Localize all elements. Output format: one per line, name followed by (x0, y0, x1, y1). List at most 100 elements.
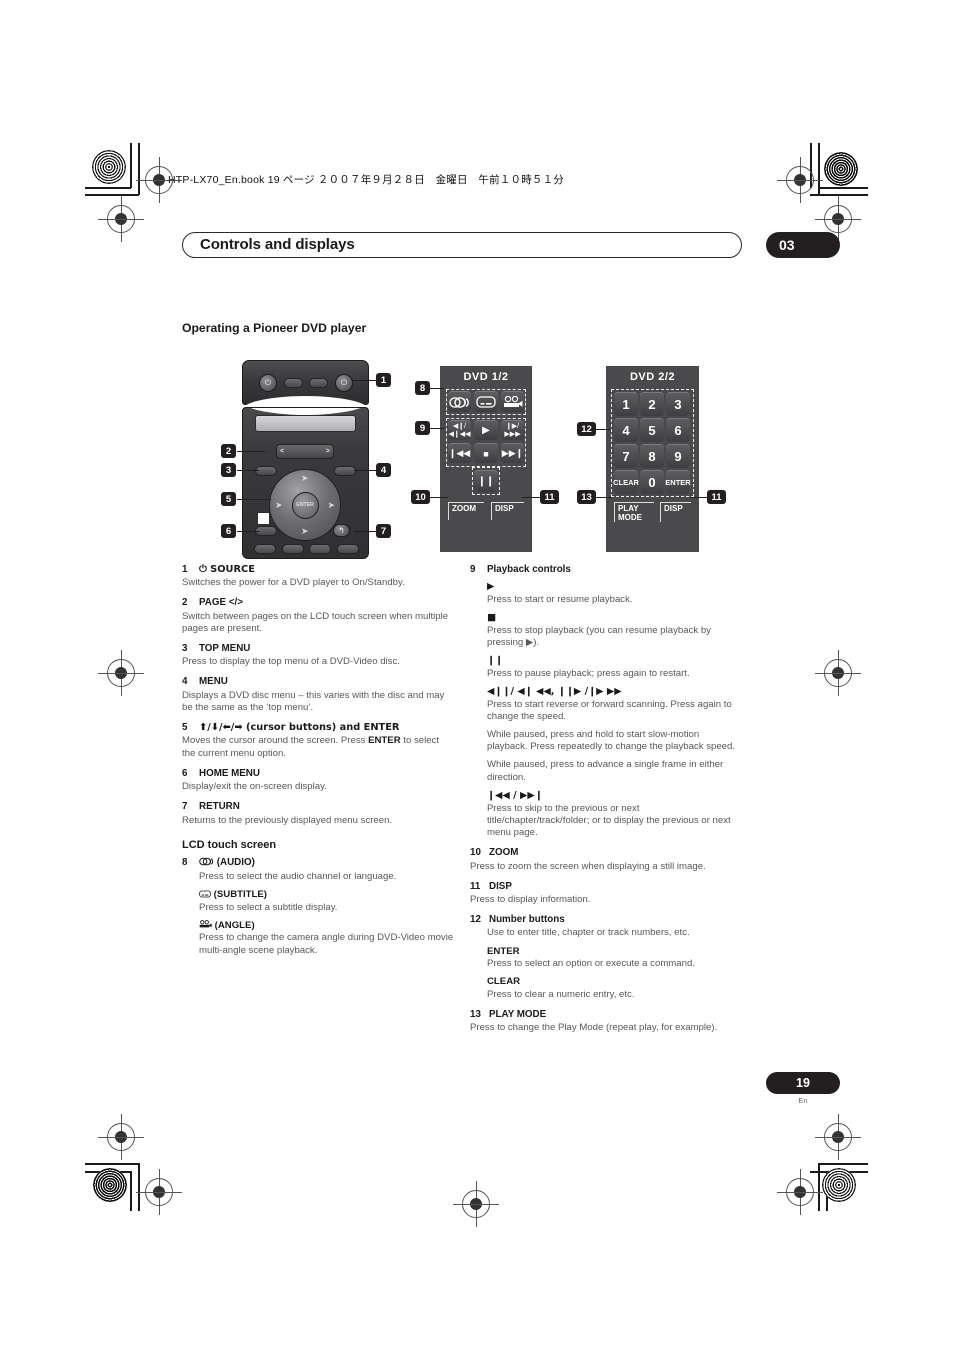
item-2-number: 2 (182, 597, 188, 609)
remote-bottom-button-3[interactable] (309, 544, 332, 554)
item-8-subtitle-head: (SUBTITLE) (199, 889, 454, 901)
number-key-0[interactable]: 0 (640, 470, 664, 494)
number-key-3[interactable]: 3 (666, 392, 690, 416)
play-key[interactable]: ▶ (474, 420, 498, 440)
item-6-label: HOME MENU (199, 767, 260, 779)
item-5-body-p1: Moves the cursor around the screen. Pres… (182, 735, 440, 759)
list-item-1: 1 ⏻ SOURCE Switches the power for a DVD … (182, 564, 454, 590)
item-9-play-symbol: ▶ (487, 581, 495, 593)
item-12-label: Number buttons (489, 913, 565, 925)
remote-bottom-button-1[interactable] (254, 544, 276, 554)
remote-control-figure: ⏻ ⏻ < > ➤ ➤ ➤ ➤ ENTER ↰ 1 2 3 4 5 6 7 DV… (182, 352, 742, 562)
number-key-4[interactable]: 4 (614, 418, 638, 442)
number-key-2[interactable]: 2 (640, 392, 664, 416)
return-button[interactable]: ↰ (333, 524, 350, 537)
number-key-8[interactable]: 8 (640, 444, 664, 468)
next-key[interactable]: ▶▶❙ (501, 443, 524, 463)
cursor-dpad[interactable]: ➤ ➤ ➤ ➤ ENTER (269, 469, 341, 541)
item-12-body: Use to enter title, chapter or track num… (487, 927, 742, 939)
callout-3: 3 (221, 463, 236, 477)
moire-target-top-right (824, 152, 858, 186)
clear-key[interactable]: CLEAR (613, 470, 639, 494)
enter-key[interactable]: ENTER (665, 470, 691, 494)
leader-2 (237, 451, 265, 453)
item-5-body: Moves the cursor around the screen. Pres… (182, 735, 454, 760)
item-6-body: Display/exit the on-screen display. (182, 781, 454, 793)
item-4-number: 4 (182, 676, 188, 688)
remote-upper-body: ⏻ ⏻ (242, 360, 369, 410)
crop-rule-bl-v2 (130, 1171, 132, 1211)
item-2-body-p1: Switch between pages on the LCD touch sc… (182, 610, 449, 635)
enter-button[interactable]: ENTER (291, 491, 319, 519)
crop-rule-tr-v2 (810, 143, 812, 188)
item-12-clear-body: Press to clear a numeric entry, etc. (487, 989, 742, 1001)
leader-13 (596, 497, 612, 499)
number-key-9[interactable]: 9 (666, 444, 690, 468)
item-1-head: 1 ⏻ SOURCE (182, 564, 454, 576)
forward-scan-key[interactable]: ❙▶/ ▶▶▶ (501, 420, 524, 440)
leader-10 (430, 497, 448, 499)
remote-small-button-b (309, 378, 328, 388)
item-9-stop-body: Press to stop playback (you can resume p… (487, 625, 742, 650)
item-2-label: PAGE </> (199, 597, 243, 609)
item-8-angle-body-p: Press to change the camera angle during … (199, 932, 454, 956)
leader-7 (354, 531, 376, 533)
angle-icon (503, 395, 522, 407)
callout-6: 6 (221, 524, 236, 538)
remote-lcd-touch-screen[interactable] (255, 415, 356, 432)
item-5-head: 5 ⬆/⬇/⬅/➡ (cursor buttons) and ENTER (182, 722, 454, 734)
item-7-label: RETURN (199, 801, 240, 813)
number-key-5[interactable]: 5 (640, 418, 664, 442)
item-13-head: 13 PLAY MODE (470, 1009, 742, 1021)
menu-button[interactable] (334, 466, 356, 476)
item-11-body: Press to display information. (470, 894, 742, 906)
number-key-8-label: 8 (648, 449, 656, 464)
lcd-panel-2-title: DVD 2/2 (629, 371, 676, 383)
leader-6 (237, 531, 259, 533)
leader-4 (354, 470, 376, 472)
page-number-badge: 19 (766, 1072, 840, 1094)
crop-rule-br-v2 (826, 1171, 828, 1211)
cursor-right-icon: ➤ (327, 500, 335, 510)
item-10-head: 10 ZOOM (470, 847, 742, 859)
registration-mark-right-mid (815, 650, 861, 696)
page-title: Controls and displays (200, 236, 355, 253)
zoom-key[interactable]: ZOOM (448, 502, 484, 520)
item-8-subtitle-body: Press to select a subtitle display. (199, 902, 454, 914)
item-3-head: 3 TOP MENU (182, 643, 454, 655)
crop-rule-tl-h2 (85, 194, 139, 196)
number-key-6[interactable]: 6 (666, 418, 690, 442)
remote-bottom-button-2[interactable] (281, 544, 304, 554)
item-12-enter-body-p: Press to select an option or execute a c… (487, 958, 695, 970)
item-2-head: 2 PAGE </> (182, 597, 454, 609)
item-9-pause-symbol: ❙❙ (487, 655, 504, 667)
item-9-scan-body: Press to start reverse or forward scanni… (487, 699, 742, 784)
zoom-key-label: ZOOM (452, 504, 476, 513)
play-mode-key[interactable]: PLAY MODE (614, 502, 654, 522)
disp-key-label-panel1: DISP (495, 504, 514, 513)
number-key-7[interactable]: 7 (614, 444, 638, 468)
remote-bottom-button-4[interactable] (336, 544, 359, 554)
item-3-number: 3 (182, 643, 188, 655)
reverse-scan-key[interactable]: ◀❙/ ◀❙◀◀ (448, 420, 471, 440)
page-rocker-button[interactable]: < > (276, 444, 334, 459)
crop-rule-tl-v (130, 143, 132, 188)
number-key-0-label: 0 (648, 475, 656, 490)
previous-key[interactable]: ❙◀◀ (448, 443, 471, 463)
callout-10: 10 (411, 490, 430, 504)
item-8-subtitle-label: (SUBTITLE) (213, 889, 267, 901)
item-9-scan-body-p2: While paused, press and hold to start sl… (487, 728, 735, 753)
disp-key-panel1[interactable]: DISP (491, 502, 524, 520)
angle-key[interactable] (501, 391, 524, 412)
stop-key[interactable]: ■ (474, 443, 498, 463)
pause-key[interactable]: ❙❙ (474, 470, 498, 492)
subtitle-key[interactable] (474, 391, 498, 412)
clear-key-label: CLEAR (613, 478, 639, 487)
list-item-13: 13 PLAY MODE Press to change the Play Mo… (470, 1009, 742, 1035)
audio-key[interactable] (448, 391, 471, 412)
number-key-1[interactable]: 1 (614, 392, 638, 416)
disp-key-panel2[interactable]: DISP (660, 502, 691, 522)
page-language-code: En (798, 1096, 808, 1105)
number-key-1-label: 1 (622, 397, 630, 412)
source-power-button[interactable]: ⏻ (335, 374, 353, 392)
